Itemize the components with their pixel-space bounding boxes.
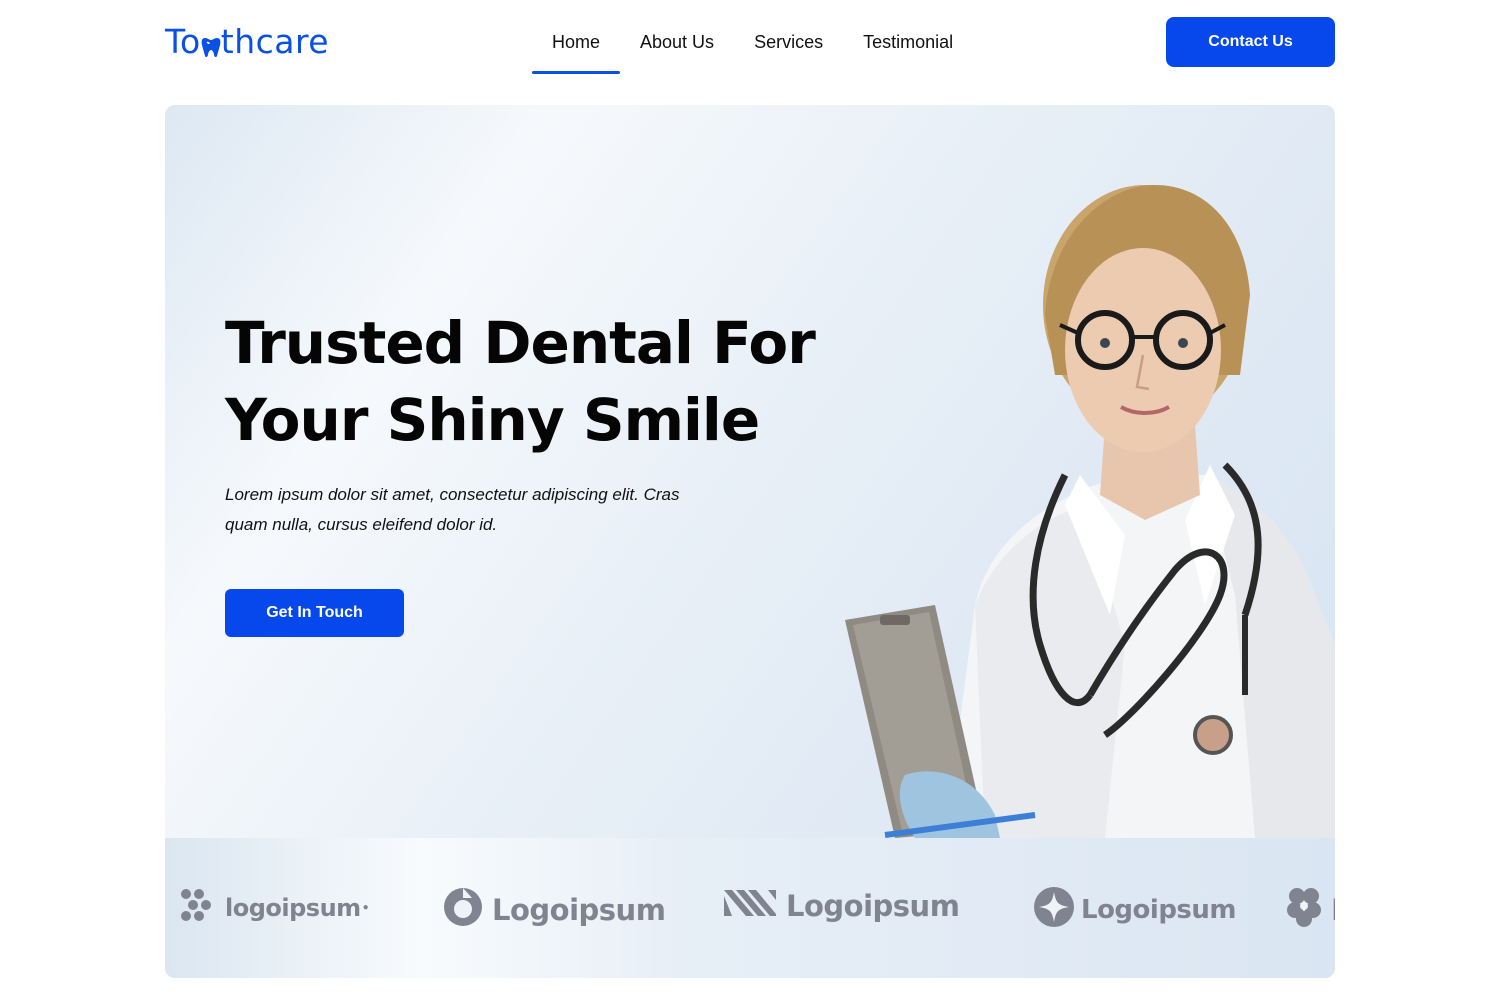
contact-us-button[interactable]: Contact Us [1166, 17, 1335, 67]
partner-logo-2[interactable]: Logoipsum [442, 886, 666, 933]
partner-logo-1-text: logoipsum [225, 893, 361, 922]
nav-item-home[interactable]: Home [532, 28, 621, 74]
partner-logo-5[interactable]: L [1285, 886, 1335, 933]
hero-subtitle: Lorem ipsum dolor sit amet, consectetur … [225, 485, 680, 534]
stripes-icon [724, 886, 776, 925]
main-nav: Home About Us Services Testimonial [532, 28, 973, 74]
hero-title-line-2: Your Shiny Smile [225, 386, 760, 454]
partner-logo-1[interactable]: logoipsum ● [177, 886, 369, 929]
tooth-icon [201, 22, 221, 62]
brand-logo-suffix: thcare [220, 22, 330, 61]
site-header: To thcare Home About Us Services Testimo… [0, 0, 1500, 90]
dots-icon [177, 886, 215, 929]
partner-logo-3[interactable]: Logoipsum [724, 886, 960, 925]
partner-logo-4[interactable]: Logoipsum [1033, 886, 1237, 933]
flower-icon [1285, 886, 1323, 933]
hero-title: Trusted Dental For Your Shiny Smile [225, 305, 865, 459]
partner-logo-5-text: L [1331, 893, 1335, 927]
star-circle-icon [1033, 886, 1075, 933]
registered-mark-icon: ● [362, 902, 369, 913]
nav-item-testimonial[interactable]: Testimonial [843, 28, 973, 74]
partner-logo-strip: logoipsum ● Logoipsum Logoipsum Logoipsu… [165, 838, 1335, 978]
doctor-photo [845, 185, 1335, 838]
partner-logo-3-text: Logoipsum [786, 888, 960, 923]
nav-item-about-us[interactable]: About Us [620, 28, 734, 74]
hero-section: Trusted Dental For Your Shiny Smile Lore… [165, 105, 1335, 978]
hero-title-line-1: Trusted Dental For [225, 309, 816, 377]
brand-logo[interactable]: To thcare [165, 22, 329, 62]
brand-logo-prefix: To [165, 22, 201, 61]
get-in-touch-button[interactable]: Get In Touch [225, 589, 404, 637]
nav-item-services[interactable]: Services [734, 28, 843, 74]
partner-logo-4-text: Logoipsum [1081, 894, 1237, 925]
partner-logo-2-text: Logoipsum [492, 892, 666, 927]
ring-icon [442, 886, 484, 933]
